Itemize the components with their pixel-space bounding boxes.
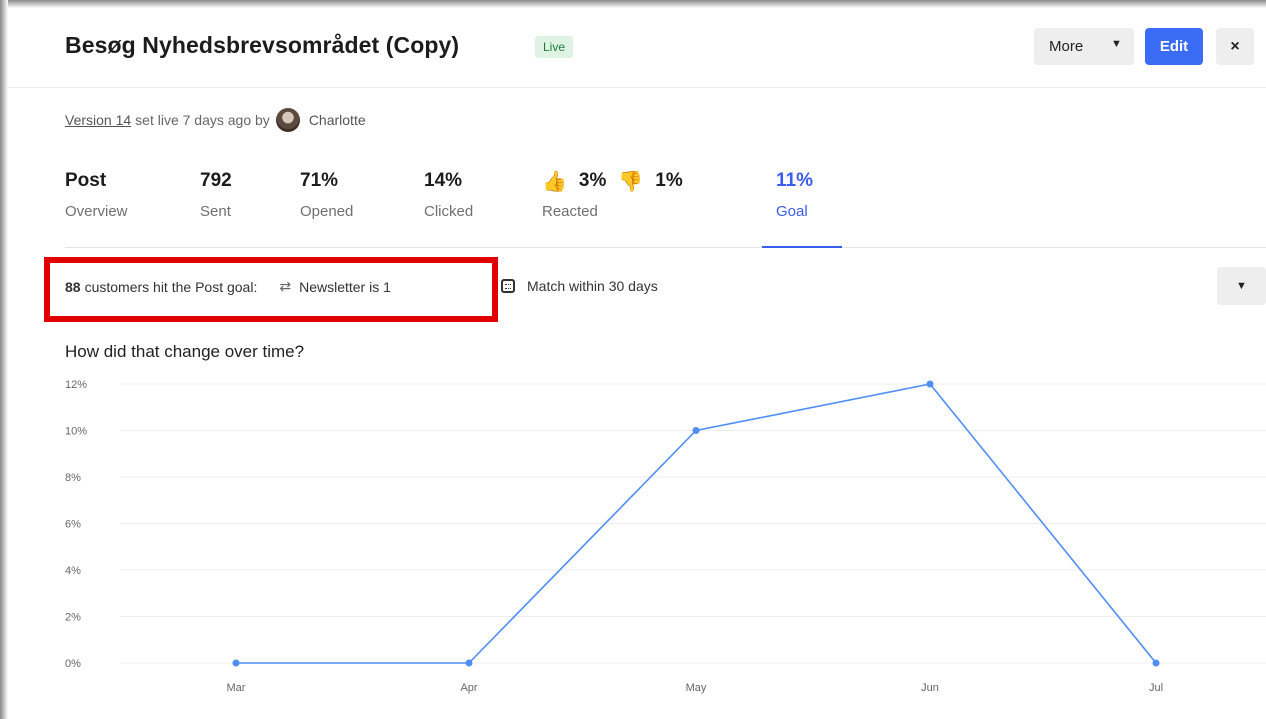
y-tick-label: 12% — [65, 379, 87, 391]
caret-down-icon: ▼ — [1111, 38, 1122, 50]
header: Besøg Nyhedsbrevsområdet (Copy) Live Mor… — [8, 8, 1266, 88]
y-tick-label: 4% — [65, 565, 81, 577]
data-point[interactable] — [1152, 659, 1160, 667]
chart-options-dropdown[interactable]: ▼ — [1217, 267, 1266, 305]
y-tick-label: 8% — [65, 472, 81, 484]
calendar-icon — [501, 279, 515, 293]
campaign-detail-panel: Besøg Nyhedsbrevsområdet (Copy) Live Mor… — [8, 8, 1266, 719]
tab-reacted[interactable]: 👍 3% 👎 1% Reacted — [542, 168, 683, 247]
data-point[interactable] — [692, 427, 700, 434]
match-window: Match within 30 days — [501, 278, 658, 294]
chart-title: How did that change over time? — [65, 342, 305, 361]
caret-down-icon: ▼ — [1236, 280, 1247, 292]
version-link[interactable]: Version 14 — [65, 112, 131, 128]
x-tick-label: Apr — [460, 682, 477, 694]
status-badge: Live — [535, 36, 574, 58]
version-line: Version 14 set live 7 days ago by Charlo… — [65, 108, 366, 132]
swap-icon: ⇄ — [279, 278, 292, 294]
tab-value: 14% — [424, 170, 463, 191]
avatar — [275, 108, 300, 132]
tab-overview[interactable]: Post Overview — [65, 168, 128, 247]
more-button-label: More — [1049, 38, 1084, 55]
data-point[interactable] — [465, 659, 473, 667]
goal-count: 88 — [65, 278, 81, 295]
y-tick-label: 10% — [65, 426, 87, 438]
thumbs-up-icon: 👍 — [542, 170, 567, 193]
tab-caption: Opened — [300, 203, 354, 220]
tab-sent[interactable]: 792 Sent — [200, 168, 232, 247]
tab-caption: Sent — [200, 203, 231, 220]
data-point[interactable] — [232, 659, 240, 667]
tab-opened[interactable]: 71% Opened — [300, 168, 353, 247]
thumbs-down-icon: 👎 — [618, 170, 644, 193]
tab-value: 71% — [300, 170, 339, 191]
x-tick-label: Jul — [1149, 682, 1163, 694]
edit-button[interactable]: Edit — [1145, 28, 1203, 65]
author-name: Charlotte — [308, 112, 366, 128]
more-button[interactable]: More ▼ — [1034, 28, 1134, 65]
data-point[interactable] — [926, 380, 934, 388]
y-tick-label: 2% — [65, 612, 81, 624]
tab-clicked[interactable]: 14% Clicked — [424, 168, 473, 247]
goal-condition: Newsletter is 1 — [299, 278, 391, 295]
goal-text: customers hit the Post goal: — [84, 278, 258, 295]
tab-value: 11% — [776, 170, 813, 191]
y-tick-label: 6% — [65, 519, 81, 531]
page-title: Besøg Nyhedsbrevsområdet (Copy) — [65, 32, 460, 58]
reacted-down-value: 1% — [655, 170, 683, 191]
tab-caption: Overview — [65, 203, 128, 220]
tab-goal[interactable]: 11% Goal — [762, 168, 842, 248]
tab-value: 👍 3% 👎 1% — [542, 168, 683, 194]
close-button[interactable]: × — [1216, 28, 1254, 65]
x-tick-label: Mar — [227, 682, 246, 694]
tab-value: 792 — [200, 170, 232, 191]
stats-tabs: Post Overview 792 Sent 71% Opened 14% Cl… — [65, 168, 1266, 248]
goal-summary: 88 customers hit the Post goal: ⇄ Newsle… — [65, 278, 391, 295]
x-tick-label: May — [686, 682, 707, 694]
line-chart: 0% 2% 4% 6% 8% 10% 12% Mar Apr May Jun Jul — [65, 379, 1266, 694]
match-text: Match within 30 days — [527, 278, 658, 294]
x-tick-label: Jun — [921, 682, 939, 694]
tab-value: Post — [65, 170, 107, 191]
y-tick-label: 0% — [65, 658, 81, 670]
version-text: set live 7 days ago by — [135, 112, 270, 128]
reacted-up-value: 3% — [578, 170, 607, 191]
tab-caption: Reacted — [542, 203, 598, 220]
tab-caption: Goal — [776, 203, 808, 220]
active-tab-indicator — [762, 246, 842, 248]
tab-caption: Clicked — [424, 203, 474, 220]
